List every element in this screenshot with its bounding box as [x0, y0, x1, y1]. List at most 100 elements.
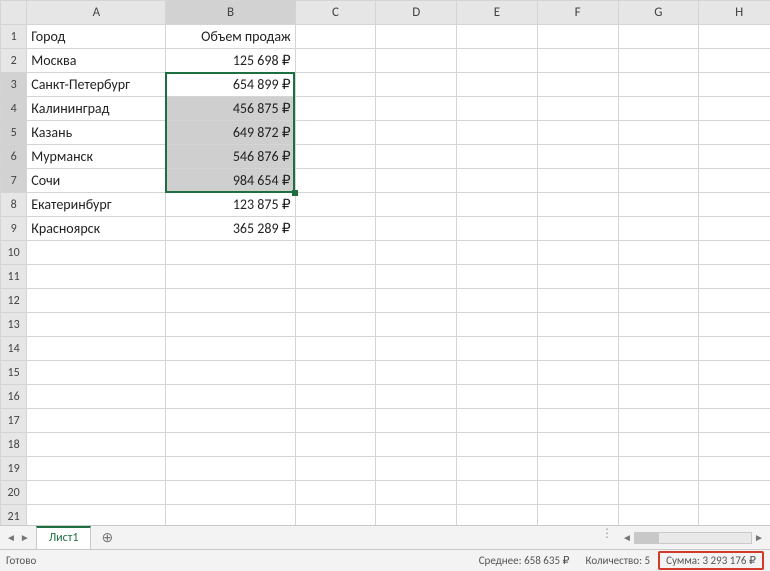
cell-D15[interactable] [376, 361, 457, 385]
cell-E6[interactable] [457, 145, 538, 169]
col-header-B[interactable]: B [166, 1, 295, 25]
cell-B1[interactable]: Объем продаж [166, 25, 295, 49]
cell-A11[interactable] [27, 265, 166, 289]
cell-C3[interactable] [295, 73, 376, 97]
cell-F4[interactable] [537, 97, 618, 121]
cell-F1[interactable] [537, 25, 618, 49]
cell-A13[interactable] [27, 313, 166, 337]
row-header-8[interactable]: 8 [1, 193, 27, 217]
row-header-11[interactable]: 11 [1, 265, 27, 289]
cell-F7[interactable] [537, 169, 618, 193]
cell-H19[interactable] [699, 457, 770, 481]
cell-E1[interactable] [457, 25, 538, 49]
row-header-5[interactable]: 5 [1, 121, 27, 145]
sheet-nav-buttons[interactable]: ◄ ► [0, 526, 36, 549]
cell-F8[interactable] [537, 193, 618, 217]
cell-E9[interactable] [457, 217, 538, 241]
cell-C1[interactable] [295, 25, 376, 49]
cell-B5[interactable]: 649 872 ₽ [166, 121, 295, 145]
cell-D4[interactable] [376, 97, 457, 121]
cell-E13[interactable] [457, 313, 538, 337]
cell-C12[interactable] [295, 289, 376, 313]
col-header-C[interactable]: C [295, 1, 376, 25]
row-header-12[interactable]: 12 [1, 289, 27, 313]
cell-B4[interactable]: 456 875 ₽ [166, 97, 295, 121]
cell-F11[interactable] [537, 265, 618, 289]
cell-B14[interactable] [166, 337, 295, 361]
cell-D17[interactable] [376, 409, 457, 433]
cell-A18[interactable] [27, 433, 166, 457]
cell-A10[interactable] [27, 241, 166, 265]
cell-F18[interactable] [537, 433, 618, 457]
cell-D21[interactable] [376, 505, 457, 526]
cell-B16[interactable] [166, 385, 295, 409]
cell-C16[interactable] [295, 385, 376, 409]
cell-C19[interactable] [295, 457, 376, 481]
cell-G18[interactable] [618, 433, 699, 457]
cell-E4[interactable] [457, 97, 538, 121]
cell-H3[interactable] [699, 73, 770, 97]
cell-E8[interactable] [457, 193, 538, 217]
cell-C2[interactable] [295, 49, 376, 73]
cell-E11[interactable] [457, 265, 538, 289]
row-header-17[interactable]: 17 [1, 409, 27, 433]
cell-C4[interactable] [295, 97, 376, 121]
cell-B17[interactable] [166, 409, 295, 433]
cell-D10[interactable] [376, 241, 457, 265]
cell-H13[interactable] [699, 313, 770, 337]
cell-H9[interactable] [699, 217, 770, 241]
row-header-13[interactable]: 13 [1, 313, 27, 337]
col-header-A[interactable]: A [27, 1, 166, 25]
cell-H10[interactable] [699, 241, 770, 265]
cell-E5[interactable] [457, 121, 538, 145]
cell-D16[interactable] [376, 385, 457, 409]
cell-G7[interactable] [618, 169, 699, 193]
row-header-9[interactable]: 9 [1, 217, 27, 241]
scroll-left-icon[interactable]: ◄ [620, 531, 634, 544]
cell-C8[interactable] [295, 193, 376, 217]
cell-D6[interactable] [376, 145, 457, 169]
cell-E15[interactable] [457, 361, 538, 385]
cell-B9[interactable]: 365 289 ₽ [166, 217, 295, 241]
cell-C5[interactable] [295, 121, 376, 145]
cell-H17[interactable] [699, 409, 770, 433]
cell-B15[interactable] [166, 361, 295, 385]
cell-F9[interactable] [537, 217, 618, 241]
cell-E17[interactable] [457, 409, 538, 433]
cell-B21[interactable] [166, 505, 295, 526]
cell-F6[interactable] [537, 145, 618, 169]
cell-H4[interactable] [699, 97, 770, 121]
cell-A6[interactable]: Мурманск [27, 145, 166, 169]
cell-D12[interactable] [376, 289, 457, 313]
cell-B19[interactable] [166, 457, 295, 481]
cell-B18[interactable] [166, 433, 295, 457]
col-header-F[interactable]: F [537, 1, 618, 25]
cell-B8[interactable]: 123 875 ₽ [166, 193, 295, 217]
cell-D2[interactable] [376, 49, 457, 73]
cell-B20[interactable] [166, 481, 295, 505]
horizontal-scrollbar[interactable]: ◄ ► [620, 526, 770, 549]
cell-H11[interactable] [699, 265, 770, 289]
cell-F16[interactable] [537, 385, 618, 409]
cell-E2[interactable] [457, 49, 538, 73]
cell-G21[interactable] [618, 505, 699, 526]
cell-E14[interactable] [457, 337, 538, 361]
cell-E21[interactable] [457, 505, 538, 526]
cell-H7[interactable] [699, 169, 770, 193]
cell-G19[interactable] [618, 457, 699, 481]
cell-E20[interactable] [457, 481, 538, 505]
cell-F5[interactable] [537, 121, 618, 145]
cell-G17[interactable] [618, 409, 699, 433]
cell-G10[interactable] [618, 241, 699, 265]
cell-F2[interactable] [537, 49, 618, 73]
cell-H6[interactable] [699, 145, 770, 169]
cell-F10[interactable] [537, 241, 618, 265]
cell-C15[interactable] [295, 361, 376, 385]
col-header-H[interactable]: H [699, 1, 770, 25]
nav-next-icon[interactable]: ► [20, 531, 30, 544]
cell-D13[interactable] [376, 313, 457, 337]
sheet-tab-active[interactable]: Лист1 [36, 526, 92, 549]
cell-E7[interactable] [457, 169, 538, 193]
cell-G14[interactable] [618, 337, 699, 361]
cell-B11[interactable] [166, 265, 295, 289]
